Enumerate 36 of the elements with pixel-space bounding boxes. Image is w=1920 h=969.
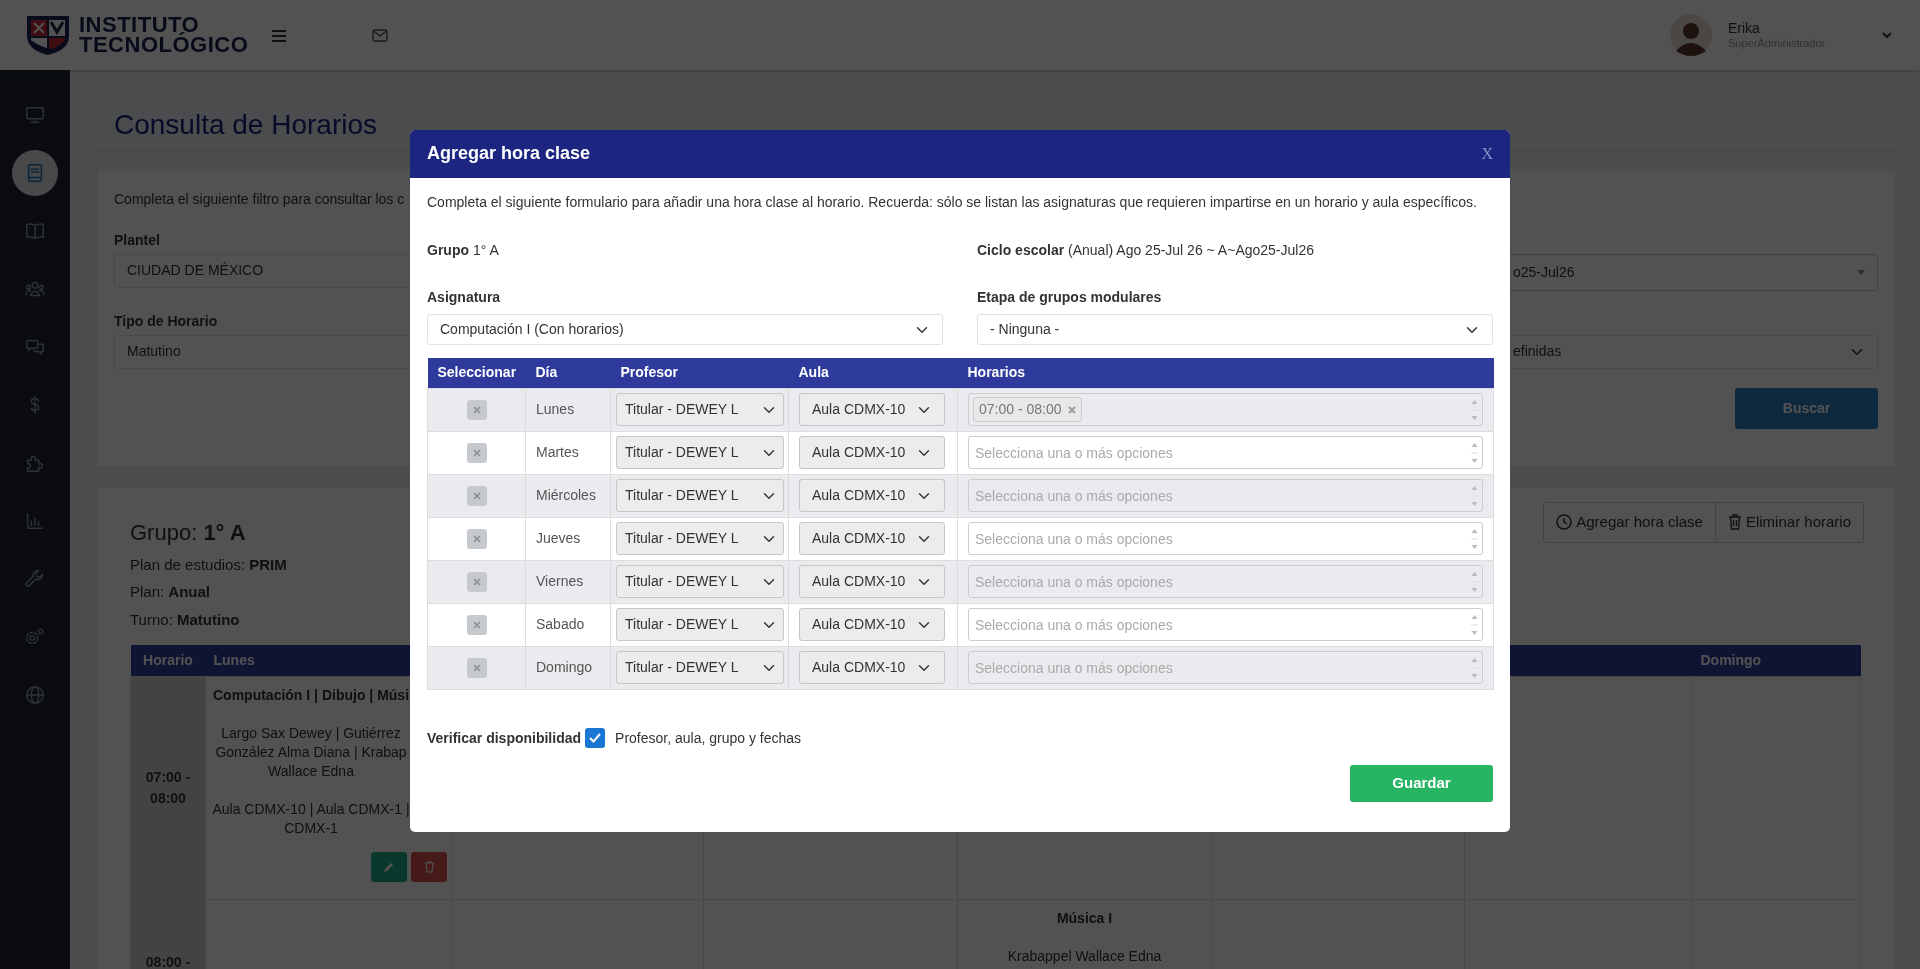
- info-text: Plan de estudios: PRIM: [130, 554, 287, 575]
- day-cell: Martes: [525, 431, 611, 474]
- teacher-text: Krabappel Wallace Edna: [1006, 946, 1163, 966]
- field-label: Etapa de grupos modulares: [977, 288, 1163, 307]
- teacher-text: Wallace Edna: [267, 761, 355, 781]
- day-cell: Domingo: [525, 646, 611, 689]
- subject-text: Música I: [1055, 908, 1114, 928]
- info-text: Turno: Matutino: [130, 609, 241, 630]
- column-header: Domingo: [1692, 645, 1861, 677]
- field-label: Verificar disponibilidad: [427, 728, 582, 748]
- checkbox-label: Profesor, aula, grupo y fechas: [615, 728, 802, 748]
- group-title: Grupo: 1° A: [130, 518, 247, 547]
- filter-instructions: Completa el siguiente filtro para consultar los c: [114, 189, 405, 209]
- room-text: Aula CDMX-10 | Aula CDMX-1 |: [211, 799, 411, 819]
- subject-text: Computación I | Dibujo | Músi: [211, 685, 411, 705]
- column-header: Día: [525, 358, 611, 388]
- day-cell: Jueves: [525, 517, 611, 560]
- column-header: Horario: [130, 645, 206, 677]
- day-cell: Miércoles: [525, 474, 611, 517]
- day-cell: Sabado: [525, 603, 611, 646]
- info-text: Ciclo escolar (Anual) Ago 25-Jul 26 ~ A~Ago25-Jul26: [977, 241, 1315, 260]
- column-header: Horarios: [957, 358, 1494, 388]
- user-name: Erika: [1728, 20, 1761, 36]
- room-text: CDMX-1: [283, 818, 339, 838]
- teacher-text: Largo Sax Dewey | Gutiérrez: [220, 723, 402, 743]
- day-cell: Viernes: [525, 560, 611, 603]
- field-label: Asignatura: [427, 288, 502, 307]
- field-label: Plantel: [114, 230, 161, 247]
- column-header: Seleccionar: [427, 358, 526, 388]
- column-header: Profesor: [610, 358, 789, 388]
- info-text: Plan: Anual: [130, 582, 212, 603]
- day-cell: Lunes: [525, 388, 611, 431]
- dialog-instructions: Completa el siguiente formulario para añadir una hora clase al horario. Recuerda: sólo se listan las asignaturas que requieren impartirse en un horario y aula específicos.: [427, 193, 1478, 212]
- teacher-text: González Alma Diana | Krabap: [214, 742, 408, 762]
- column-header: Aula: [788, 358, 958, 388]
- field-label: Tipo de Horario: [114, 311, 219, 328]
